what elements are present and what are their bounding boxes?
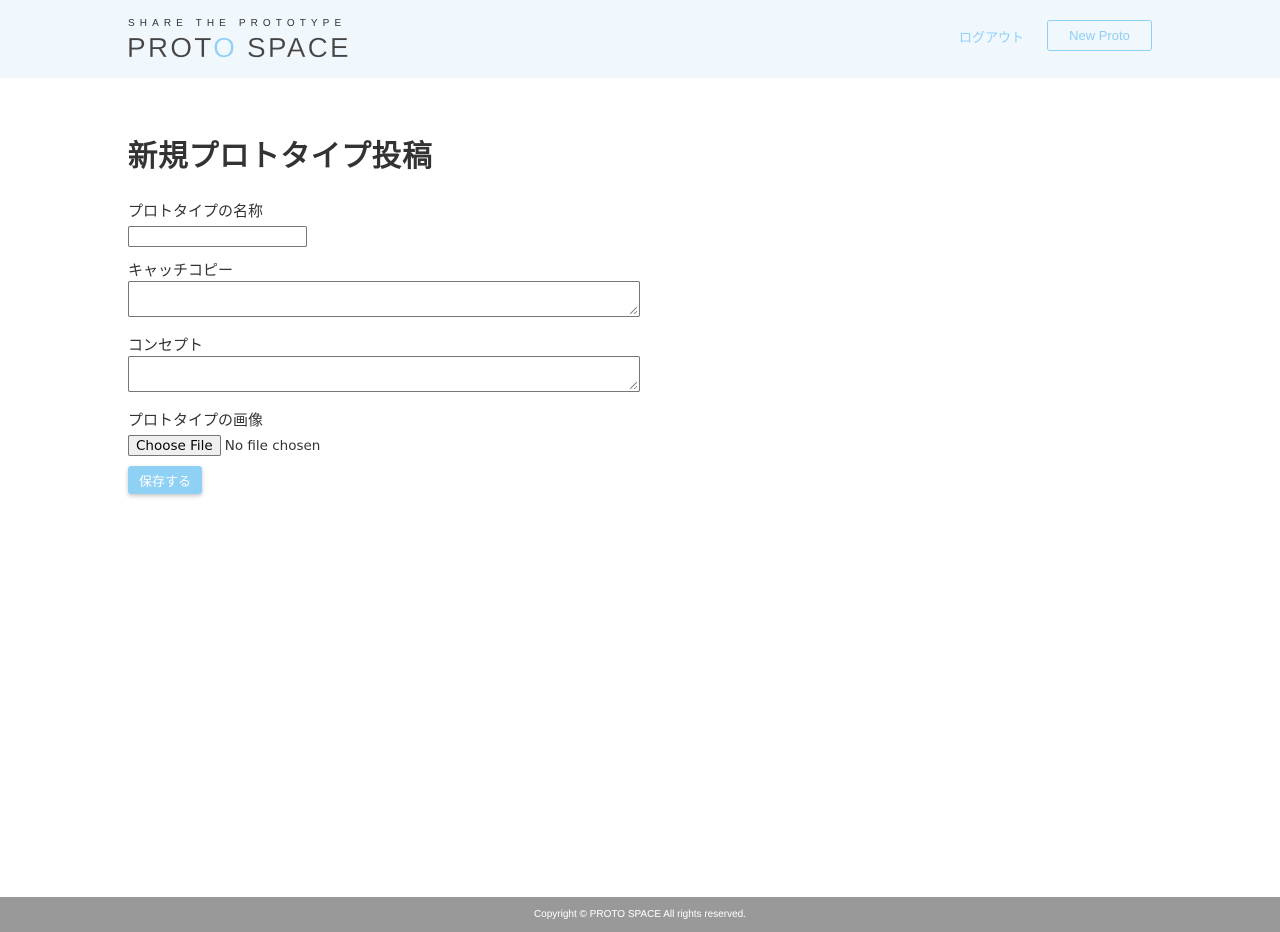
resize-grip-icon[interactable]	[630, 307, 637, 314]
logo-name: PROTO SPACE	[127, 32, 351, 64]
logo-name-accent: O	[213, 32, 238, 63]
catch-copy-label: キャッチコピー	[128, 261, 234, 279]
logo-name-part1: PROT	[127, 32, 214, 63]
site-footer: Copyright © PROTO SPACE All rights reser…	[0, 897, 1280, 932]
choose-file-button[interactable]: Choose File	[128, 435, 221, 456]
logo-tagline: SHARE THE PROTOTYPE	[128, 18, 347, 29]
name-input[interactable]	[128, 226, 307, 247]
logout-link[interactable]: ログアウト	[959, 27, 1024, 46]
concept-label: コンセプト	[128, 336, 204, 354]
catch-copy-textarea[interactable]	[128, 281, 640, 317]
logo-name-part2: SPACE	[237, 32, 351, 63]
site-logo[interactable]: SHARE THE PROTOTYPE PROTO SPACE	[127, 18, 349, 63]
name-label: プロトタイプの名称	[128, 202, 264, 220]
file-status-text: No file chosen	[224, 437, 321, 454]
new-proto-button[interactable]: New Proto	[1047, 20, 1152, 51]
concept-textarea[interactable]	[128, 356, 640, 392]
resize-grip-icon[interactable]	[630, 382, 637, 389]
image-label: プロトタイプの画像	[128, 411, 264, 429]
image-file-input: Choose File No file chosen	[128, 435, 320, 456]
copyright-text: Copyright © PROTO SPACE All rights reser…	[533, 909, 747, 920]
site-header: SHARE THE PROTOTYPE PROTO SPACE ログアウト Ne…	[0, 0, 1280, 78]
submit-button[interactable]: 保存する	[128, 466, 202, 494]
page-title: 新規プロトタイプ投稿	[128, 139, 433, 174]
